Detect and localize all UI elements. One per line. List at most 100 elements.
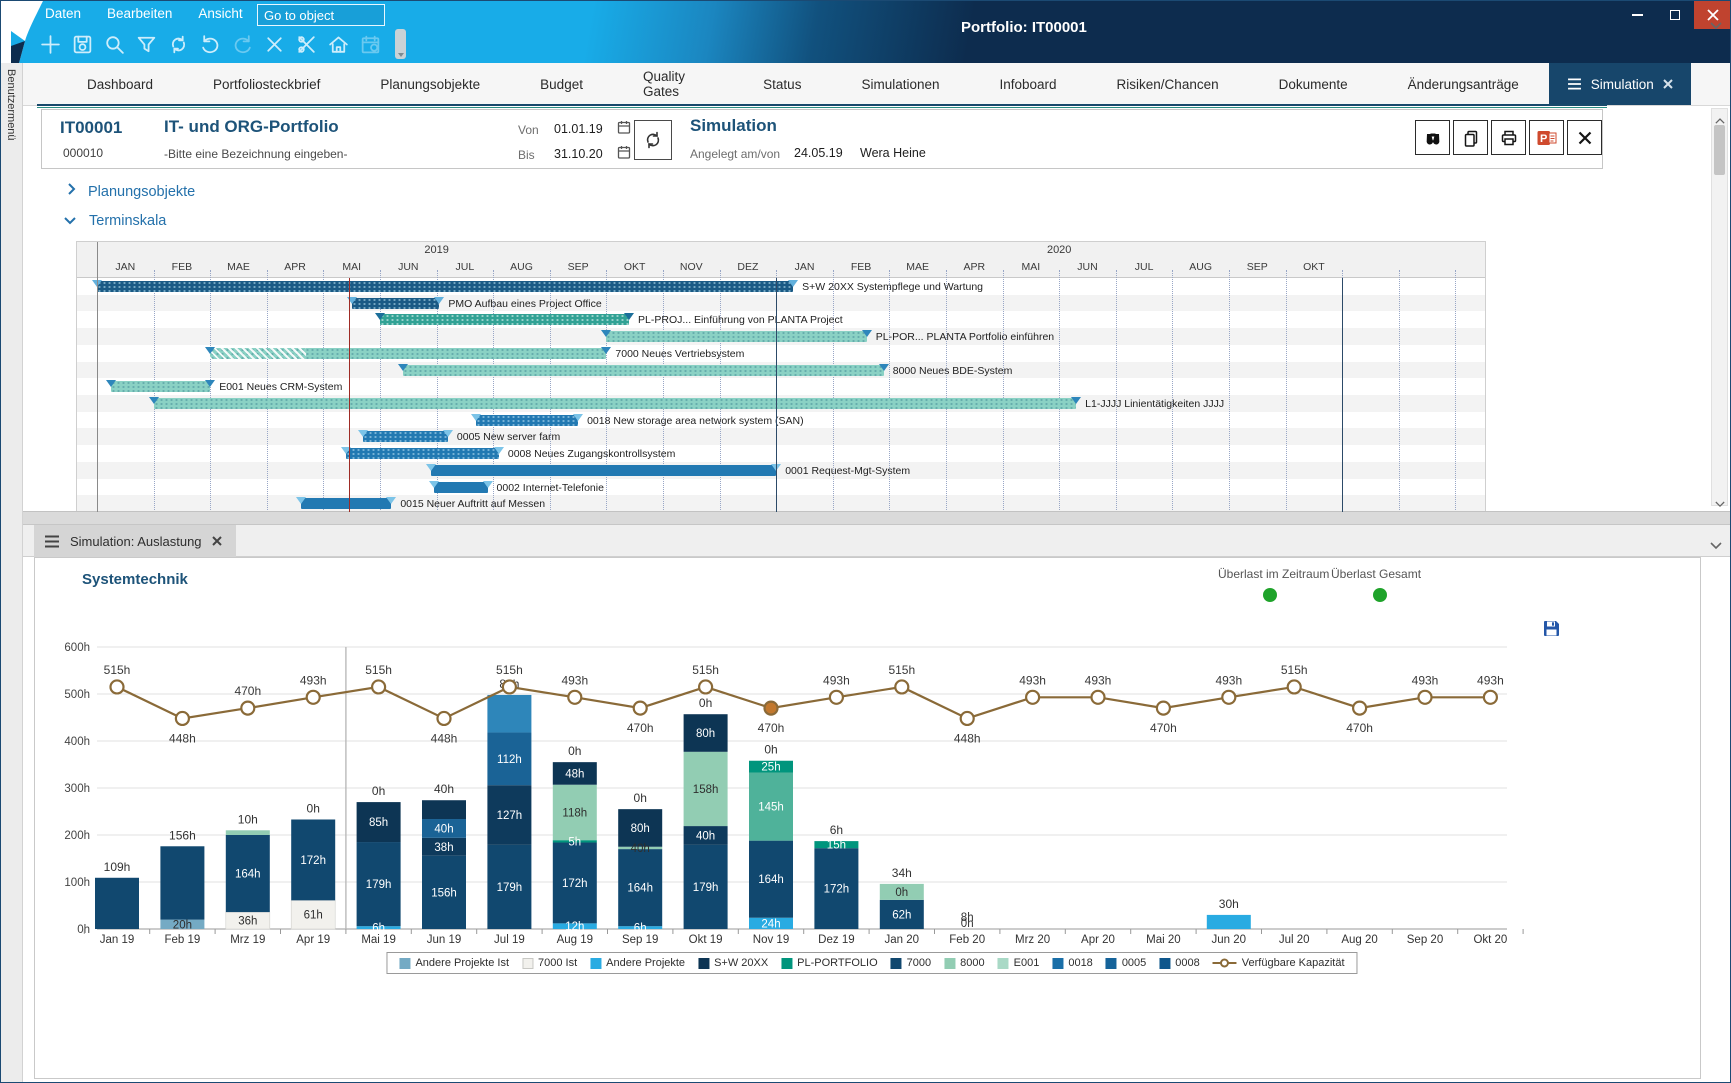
menu-item-daten[interactable]: Daten: [43, 4, 83, 23]
tab-simulation[interactable]: Simulation: [1549, 63, 1691, 105]
tools-icon[interactable]: [293, 31, 319, 57]
refresh-icon[interactable]: [165, 31, 191, 57]
bar-baseline-label: 0h: [961, 918, 974, 930]
gantt-bar-label: PMO Aufbau eines Project Office: [448, 299, 601, 310]
gantt-bar[interactable]: [403, 365, 884, 376]
bis-label: Bis: [518, 148, 535, 162]
gantt-month-gridline: [1399, 270, 1400, 512]
tab-risiken-chancen[interactable]: Risiken/Chancen: [1087, 63, 1249, 105]
scrollbar-thumb[interactable]: [1714, 125, 1725, 175]
plus-icon[interactable]: [37, 31, 63, 57]
save-icon[interactable]: [69, 31, 95, 57]
toolbar-mini-scrollbar[interactable]: [395, 29, 406, 59]
close-icon[interactable]: [261, 31, 287, 57]
lower-panel-chevron-icon[interactable]: [1710, 537, 1722, 555]
tab-simulationen[interactable]: Simulationen: [831, 63, 969, 105]
user-menu-strip[interactable]: Benutzermenü: [1, 63, 23, 1083]
gantt-bar[interactable]: [476, 415, 578, 426]
lower-tab-label: Simulation: Auslastung: [70, 534, 202, 549]
section-terminskala[interactable]: Terminskala: [63, 212, 166, 230]
scroll-up-icon[interactable]: [1715, 112, 1727, 120]
capacity-marker: [699, 680, 712, 693]
binoculars-button[interactable]: [1415, 120, 1450, 155]
tabbar-overflow-chevron-icon[interactable]: [1710, 17, 1722, 35]
gantt-marker-line: [97, 242, 98, 512]
redo-icon[interactable]: [229, 31, 255, 57]
gantt-bar-triangle-icon: [601, 347, 611, 354]
capacity-value-label: 493h: [1215, 673, 1242, 687]
gantt-month-label: NOV: [680, 261, 703, 273]
bis-value[interactable]: 31.10.20: [554, 147, 603, 161]
segment-label: 38h: [434, 842, 453, 854]
tab-infoboard[interactable]: Infoboard: [970, 63, 1087, 105]
calendar-icon[interactable]: [617, 145, 631, 159]
gantt-bar[interactable]: [606, 331, 866, 342]
refresh-simulation-button[interactable]: [634, 120, 672, 160]
gantt-year-label: 2019: [424, 244, 448, 256]
gantt-bar[interactable]: [363, 431, 448, 442]
tab-portfoliosteckbrief[interactable]: Portfoliosteckbrief: [183, 63, 350, 105]
close-button[interactable]: [1567, 120, 1602, 155]
segment-label: 36h: [238, 916, 257, 928]
copy-button[interactable]: [1453, 120, 1488, 155]
x-tick-label: Aug 19: [557, 934, 593, 946]
gantt-bar[interactable]: [301, 498, 392, 509]
powerpoint-button[interactable]: P: [1529, 120, 1564, 155]
vertical-scrollbar[interactable]: [1711, 108, 1728, 506]
save-icon[interactable]: [1543, 620, 1560, 637]
gantt-month-label: JAN: [115, 261, 135, 273]
scroll-down-icon[interactable]: [1715, 495, 1727, 503]
print-button[interactable]: [1491, 120, 1526, 155]
chart-bar-segment: [422, 800, 466, 819]
gantt-bar-triangle-icon: [398, 364, 408, 371]
gantt-bar[interactable]: [434, 482, 488, 493]
gantt-bar[interactable]: [154, 398, 1077, 409]
gantt-bar[interactable]: [352, 298, 440, 309]
minimize-button[interactable]: [1618, 1, 1656, 29]
gantt-bar-triangle-icon: [1071, 397, 1081, 404]
segment-label: 112h: [497, 754, 522, 766]
menu-item-bearbeiten[interactable]: Bearbeiten: [105, 4, 174, 23]
goto-object-input[interactable]: [257, 4, 385, 26]
segment-label: 25h: [761, 762, 780, 774]
gantt-bar[interactable]: [431, 465, 776, 476]
legend-label: 0005: [1122, 957, 1146, 969]
x-tick-label: Aug 20: [1341, 934, 1377, 946]
calendar-icon[interactable]: [357, 31, 383, 57]
gantt-bar[interactable]: [210, 348, 606, 359]
gantt-bar[interactable]: [111, 381, 210, 392]
tab-dokumente[interactable]: Dokumente: [1249, 63, 1378, 105]
tab-status[interactable]: Status: [733, 63, 831, 105]
section-planungsobjekte[interactable]: Planungsobjekte: [67, 182, 195, 201]
filter-icon[interactable]: [133, 31, 159, 57]
calendar-icon[interactable]: [617, 120, 631, 134]
undo-icon[interactable]: [197, 31, 223, 57]
gantt-bar[interactable]: [380, 314, 629, 325]
capacity-marker: [895, 680, 908, 693]
home-icon[interactable]: [325, 31, 351, 57]
tab-planungsobjekte[interactable]: Planungsobjekte: [350, 63, 510, 105]
capacity-value-label: 470h: [1150, 721, 1177, 735]
panel-divider[interactable]: [23, 511, 1731, 525]
tab-quality-gates[interactable]: Quality Gates: [613, 63, 733, 105]
close-tab-icon: [1663, 79, 1673, 89]
maximize-button[interactable]: [1656, 1, 1694, 29]
capacity-marker: [307, 691, 320, 704]
menu-item-ansicht[interactable]: Ansicht: [196, 4, 244, 23]
von-label: Von: [518, 123, 539, 137]
tab-aenderungsantraege[interactable]: Änderungsanträge: [1378, 63, 1549, 105]
portfolio-subtitle[interactable]: -Bitte eine Bezeichnung eingeben-: [164, 147, 347, 161]
tab-bar: DashboardPortfoliosteckbriefPlanungsobje…: [23, 63, 1731, 106]
capacity-marker: [372, 680, 385, 693]
tab-budget[interactable]: Budget: [510, 63, 613, 105]
search-icon[interactable]: [101, 31, 127, 57]
tab-simulation-auslastung[interactable]: Simulation: Auslastung: [34, 525, 236, 557]
von-value[interactable]: 01.01.19: [554, 122, 603, 136]
gantt-bar[interactable]: [346, 448, 499, 459]
gantt-bar[interactable]: [97, 281, 793, 292]
tab-dashboard[interactable]: Dashboard: [57, 63, 183, 105]
color-swatch: [891, 958, 902, 969]
gantt-bar-triangle-icon: [296, 497, 306, 504]
y-tick-label: 0h: [77, 924, 90, 936]
gantt-month-label: JUL: [456, 261, 475, 273]
